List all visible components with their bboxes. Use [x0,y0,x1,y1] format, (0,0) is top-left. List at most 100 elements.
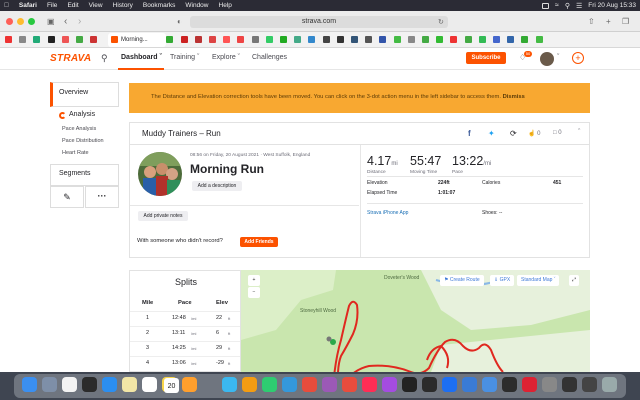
dock-app-icon[interactable] [502,377,517,392]
dock-app-icon[interactable] [222,377,237,392]
dock-app-icon[interactable] [242,377,257,392]
search-icon[interactable]: ⚲ [101,53,108,64]
battery-icon[interactable] [542,2,550,9]
upload-plus-icon[interactable]: + [572,52,584,64]
user-avatar[interactable] [540,52,554,66]
pinned-tab-favicon-icon[interactable] [493,36,500,43]
zoom-window-button[interactable] [28,18,35,25]
nav-dashboard[interactable]: Dashboard ˇ [121,54,162,61]
pinned-tab-favicon-icon[interactable] [422,36,429,43]
pinned-tab-favicon-icon[interactable] [47,36,55,43]
dock-app-icon[interactable] [562,377,577,392]
menu-help[interactable]: Help [219,2,232,9]
pinned-tab-favicon-icon[interactable] [61,36,69,43]
pinned-tab-favicon-icon[interactable] [507,36,515,43]
pinned-tab-favicon-icon[interactable] [251,36,259,43]
dock-app-icon[interactable] [62,377,77,392]
pinned-tab-favicon-icon[interactable] [280,36,287,43]
pinned-tab-favicon-icon[interactable] [436,36,444,43]
subscribe-button[interactable]: Subscribe [466,52,506,64]
dock-app-icon[interactable] [402,377,417,392]
minimize-window-button[interactable] [17,18,24,25]
nav-training[interactable]: Training ˇ [170,54,199,61]
dock-app-icon[interactable] [382,377,397,392]
menu-edit[interactable]: Edit [67,2,78,9]
dock-app-icon[interactable] [582,377,597,392]
pinned-tab-favicon-icon[interactable] [237,36,245,43]
menu-history[interactable]: History [113,2,133,9]
dock-app-icon[interactable] [462,377,477,392]
dock-app-icon[interactable] [182,377,197,392]
spotlight-icon[interactable]: ⚲ [565,2,570,10]
route-map[interactable]: Doveter's Wood Stoneyhill Wood + − ⚑ Cre… [241,270,590,372]
pinned-tab-favicon-icon[interactable] [393,36,401,43]
dock-app-icon[interactable] [362,377,377,392]
forward-button[interactable]: › [78,16,81,27]
sidebar-pace-analysis[interactable]: Pace Analysis [62,126,96,132]
pinned-tab-favicon-icon[interactable] [308,36,316,43]
zoom-in-button[interactable]: + [248,275,260,286]
pinned-tab-favicon-icon[interactable] [336,36,344,43]
comment-button[interactable]: □ 0 [553,130,562,136]
pinned-tab-favicon-icon[interactable] [209,36,216,43]
sidebar-pace-distribution[interactable]: Pace Distribution [62,138,104,144]
pinned-tab-favicon-icon[interactable] [478,36,486,43]
dock-app-icon[interactable] [522,377,537,392]
nav-challenges[interactable]: Challenges [252,54,287,61]
dock-app-icon[interactable] [142,377,157,392]
create-route-button[interactable]: ⚑ Create Route [440,275,484,286]
fullscreen-icon[interactable]: ⤢ [569,275,580,286]
wifi-icon[interactable]: ≈ [555,2,559,9]
sidebar-heart-rate[interactable]: Heart Rate [62,150,89,156]
gpx-export-button[interactable]: ⇓ GPX [490,275,515,286]
facebook-share-icon[interactable]: f [468,129,471,138]
pinned-tab-favicon-icon[interactable] [33,36,41,43]
banner-dismiss-link[interactable]: Dismiss [503,94,525,100]
nav-explore[interactable]: Explore ˇ [212,54,240,61]
dock-app-icon[interactable] [602,377,617,392]
dock-app-icon[interactable] [82,377,97,392]
dock-app-icon[interactable] [22,377,37,392]
tab-active[interactable]: Morning... [108,33,166,47]
sidebar-analysis[interactable]: Analysis [69,111,95,118]
pinned-tab-favicon-icon[interactable] [223,36,231,43]
pinned-tab-favicon-icon[interactable] [464,36,472,43]
share-icon[interactable]: ⟳ [510,129,517,138]
athlete-avatar[interactable] [138,152,182,196]
new-tab-button[interactable]: + [606,16,611,27]
share-icon[interactable]: ⇧ [588,16,595,27]
pinned-tab-favicon-icon[interactable] [322,36,330,43]
pinned-tab-favicon-icon[interactable] [180,36,188,43]
menu-window[interactable]: Window [185,2,208,9]
address-bar[interactable]: strava.com [190,16,448,28]
dock-app-icon[interactable] [262,377,277,392]
dock-app-icon[interactable] [102,377,117,392]
menu-bookmarks[interactable]: Bookmarks [143,2,176,9]
pinned-tab-favicon-icon[interactable] [294,36,302,43]
sidebar-overview[interactable]: Overview [50,82,119,107]
menu-app-name[interactable]: Safari [19,2,37,9]
calendar-dock-icon[interactable]: 20 [164,378,179,393]
apple-menu-icon[interactable]:  [4,2,9,9]
strava-logo[interactable]: STRAVA [50,53,91,64]
map-type-select[interactable]: Standard Map ˇ [517,275,560,286]
add-private-notes-button[interactable]: Add private notes [138,211,188,221]
back-button[interactable]: ‹ [64,16,67,27]
pinned-tab-favicon-icon[interactable] [450,36,458,43]
pinned-tab-favicon-icon[interactable] [194,36,202,43]
dock-app-icon[interactable] [42,377,57,392]
sidebar-segments[interactable]: Segments [50,164,119,186]
tab-overview-icon[interactable]: ❐ [622,16,629,27]
pinned-tab-favicon-icon[interactable] [379,36,387,43]
dock-app-icon[interactable] [282,377,297,392]
dock-app-icon[interactable] [342,377,357,392]
sidebar-toggle-icon[interactable]: ▣ [47,16,55,27]
chevron-down-icon[interactable]: ˇ [557,54,559,61]
edit-pencil-icon[interactable]: ✎ [50,186,84,208]
dock-app-icon[interactable] [322,377,337,392]
add-friends-button[interactable]: Add Friends [240,237,278,247]
collapse-caret-icon[interactable]: ˆ [578,129,580,136]
pinned-tab-favicon-icon[interactable] [76,36,83,43]
menu-file[interactable]: File [47,2,57,9]
dock-app-icon[interactable] [422,377,437,392]
